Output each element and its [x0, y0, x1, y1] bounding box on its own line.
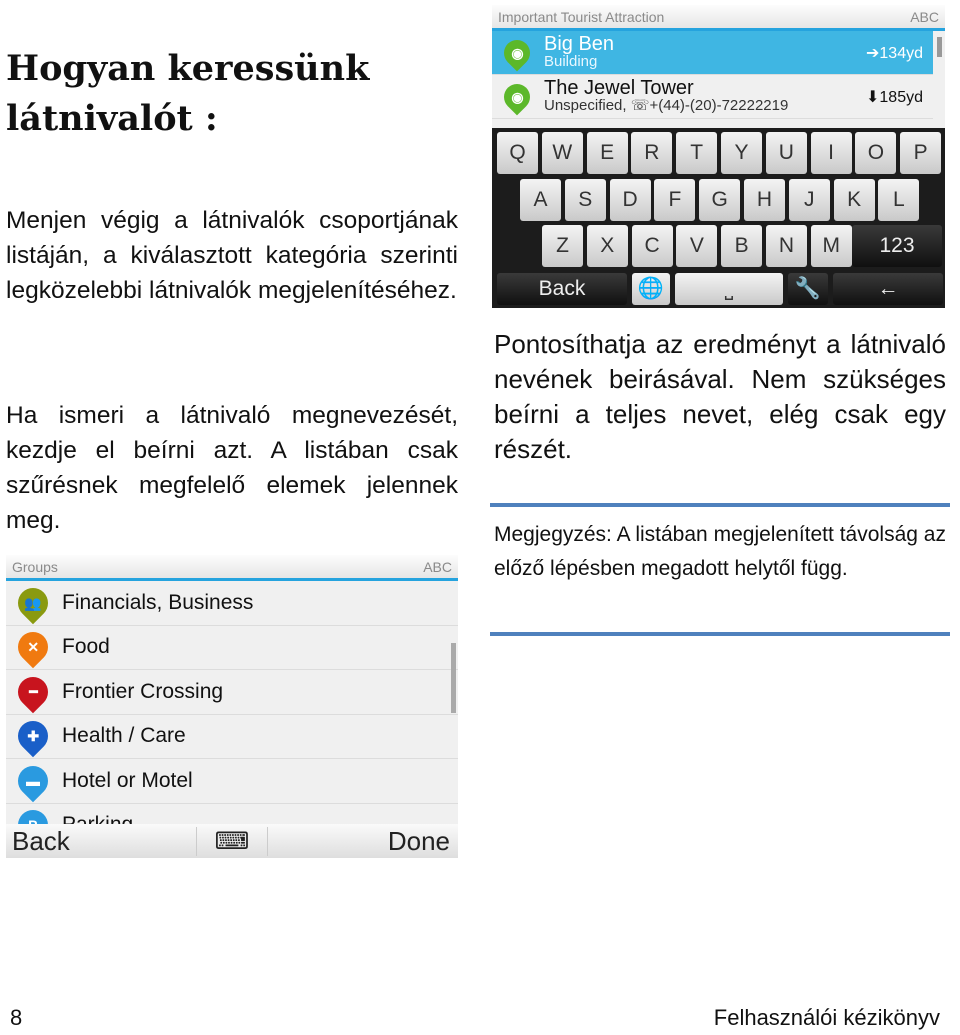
key-b[interactable]: B	[721, 225, 763, 267]
key-o[interactable]: O	[855, 132, 897, 174]
key-y[interactable]: Y	[721, 132, 762, 174]
key-p[interactable]: P	[900, 132, 942, 174]
key-c[interactable]: C	[631, 225, 673, 267]
key-u[interactable]: U	[765, 132, 807, 174]
key-s[interactable]: S	[564, 179, 606, 221]
distance: ➔134yd	[866, 44, 923, 62]
input-mode: ABC	[910, 8, 939, 25]
intro-paragraph: Menjen végig a látnivalók csoportjának l…	[6, 207, 458, 304]
group-label: Health / Care	[62, 724, 186, 748]
key-w[interactable]: W	[541, 132, 583, 174]
input-mode: ABC	[423, 558, 452, 575]
note-top-rule	[490, 503, 950, 507]
groups-list: 👥 Financials, Business ✕ Food ━ Frontier Cros…	[6, 581, 458, 848]
bed-icon: ▬	[11, 759, 55, 802]
attraction-name: The Jewel Tower	[544, 76, 694, 99]
group-label: Hotel or Motel	[62, 768, 193, 792]
key-e[interactable]: E	[586, 132, 628, 174]
note-text: Megjegyzés: A listában megjelenített táv…	[494, 523, 946, 580]
attraction-header: Important Tourist Attraction ABC	[492, 5, 945, 31]
key-v[interactable]: V	[676, 225, 718, 267]
key-a[interactable]: A	[520, 179, 561, 221]
no-entry-icon: ━	[11, 670, 55, 713]
key-g[interactable]: G	[699, 179, 741, 221]
key-h[interactable]: H	[744, 179, 785, 221]
refine-paragraph: Pontosíthatja az eredményt a látnivaló n…	[494, 329, 946, 464]
keyboard-icon[interactable]: ⌨	[196, 826, 268, 856]
group-label: Frontier Crossing	[62, 679, 224, 703]
groups-screenshot: Groups ABC 👥 Financials, Business ✕ Food ━ Fro…	[6, 555, 458, 858]
group-label: Financials, Business	[62, 590, 254, 614]
header-label: Groups	[12, 558, 58, 575]
key-f[interactable]: F	[654, 179, 696, 221]
key-l[interactable]: L	[878, 179, 920, 221]
note-bottom-rule	[490, 632, 950, 636]
group-item[interactable]: ▬ Hotel or Motel	[6, 759, 458, 804]
camera-icon: ◉	[498, 34, 536, 71]
distance: ⬇185yd	[866, 88, 923, 106]
camera-icon: ◉	[498, 78, 536, 115]
globe-icon[interactable]: 🌐	[632, 273, 670, 305]
attraction-detail: Building	[544, 52, 598, 70]
attraction-list: ◉ Big Ben Building ➔134yd ◉ The Jewel Towe…	[492, 31, 945, 119]
key-i[interactable]: I	[810, 132, 852, 174]
page-title: Hogyan keressünk látnivalót :	[6, 48, 370, 139]
back-button[interactable]: Back	[6, 826, 196, 857]
group-item[interactable]: ━ Frontier Crossing	[6, 670, 458, 715]
filter-paragraph: Ha ismeri a látnivaló megnevezését, kezd…	[6, 402, 458, 534]
header-label: Important Tourist Attraction	[498, 8, 665, 25]
key-r[interactable]: R	[631, 132, 673, 174]
group-item[interactable]: 👥 Financials, Business	[6, 581, 458, 626]
group-item[interactable]: ✕ Food	[6, 626, 458, 670]
attraction-name: Big Ben	[544, 32, 615, 55]
keyboard-back-button[interactable]: Back	[497, 273, 627, 305]
key-q[interactable]: Q	[497, 132, 538, 174]
bottom-bar: Back ⌨ Done	[6, 824, 458, 858]
key-j[interactable]: J	[788, 179, 830, 221]
key-x[interactable]: X	[586, 225, 628, 267]
attraction-detail: Unspecified, ☏+(44)-(20)-72222219	[544, 96, 789, 114]
key-k[interactable]: K	[833, 179, 875, 221]
medical-cross-icon: ✚	[11, 715, 55, 758]
groups-header: Groups ABC	[6, 555, 458, 581]
scrollbar[interactable]	[451, 643, 456, 713]
group-label: Food	[62, 635, 110, 659]
scrollbar[interactable]	[937, 37, 942, 57]
fork-knife-icon: ✕	[11, 626, 55, 669]
wrench-icon[interactable]: 🔧	[788, 273, 828, 305]
space-key[interactable]: ⎵	[675, 273, 783, 305]
group-item[interactable]: ✚ Health / Care	[6, 715, 458, 759]
key-t[interactable]: T	[676, 132, 718, 174]
page-number: 8	[10, 1005, 23, 1030]
numbers-key[interactable]: 123	[852, 225, 942, 267]
attraction-screenshot: Important Tourist Attraction ABC ◉ Big Be…	[492, 5, 945, 129]
enter-arrow-icon[interactable]: ←	[833, 273, 943, 305]
keyboard: Q W E R T Y U I O P A S D F G H J K L Z X C V B N M 123 Back 🌐 ⎵ 🔧 ←	[492, 128, 945, 308]
attraction-item[interactable]: ◉ The Jewel Tower Unspecified, ☏+(44)-(20…	[492, 75, 933, 119]
key-n[interactable]: N	[766, 225, 807, 267]
attraction-item[interactable]: ◉ Big Ben Building ➔134yd	[492, 31, 933, 75]
key-d[interactable]: D	[609, 179, 651, 221]
people-icon: 👥	[11, 581, 55, 624]
done-button[interactable]: Done	[268, 826, 458, 857]
footer-title: Felhasználói kézikönyv	[713, 1005, 940, 1030]
key-m[interactable]: M	[810, 225, 852, 267]
direction-arrow-icon: ⬇	[866, 88, 880, 106]
direction-arrow-icon: ➔	[866, 44, 880, 62]
key-z[interactable]: Z	[542, 225, 583, 267]
